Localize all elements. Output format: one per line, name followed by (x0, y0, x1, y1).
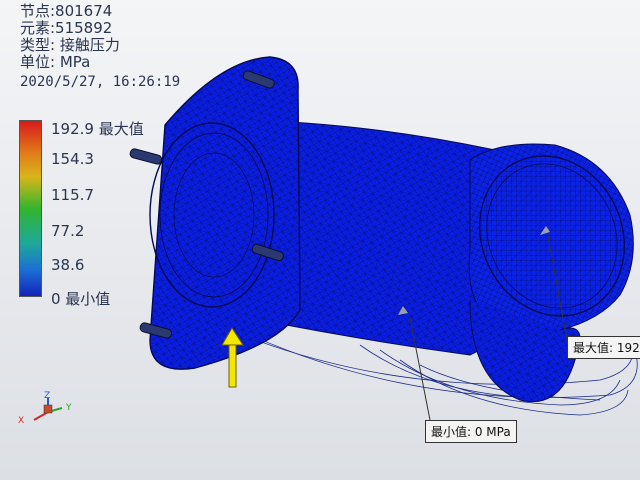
node-count: 节点:801674 (20, 2, 113, 20)
legend-label-min: 0 最小值 (51, 290, 111, 308)
triad-y-label: Y (65, 403, 72, 413)
elbow-end (468, 143, 634, 403)
legend-label-5: 38.6 (51, 256, 85, 274)
element-count: 元素:515892 (20, 19, 113, 37)
flange (149, 56, 301, 370)
min-value-callout[interactable]: 最小值: 0 MPa (425, 420, 517, 443)
legend-label-4: 77.2 (51, 222, 85, 240)
color-legend-bar (19, 120, 42, 297)
triad-x-label: X (18, 416, 24, 426)
result-timestamp: 2020/5/27, 16:26:19 (20, 74, 181, 90)
result-info: 节点:801674 元素:515892 类型: 接触压力 单位: MPa 202… (20, 3, 180, 91)
legend-label-max: 192.9 最大值 (51, 120, 144, 138)
legend-label-3: 115.7 (51, 186, 94, 204)
result-type: 类型: 接触压力 (20, 36, 120, 54)
axis-triad[interactable]: Z Y X (18, 391, 72, 426)
triad-z-label: Z (44, 391, 50, 401)
legend-label-2: 154.3 (51, 150, 94, 168)
max-value-callout[interactable]: 最大值: 192 (567, 336, 640, 359)
result-unit: 单位: MPa (20, 53, 91, 71)
